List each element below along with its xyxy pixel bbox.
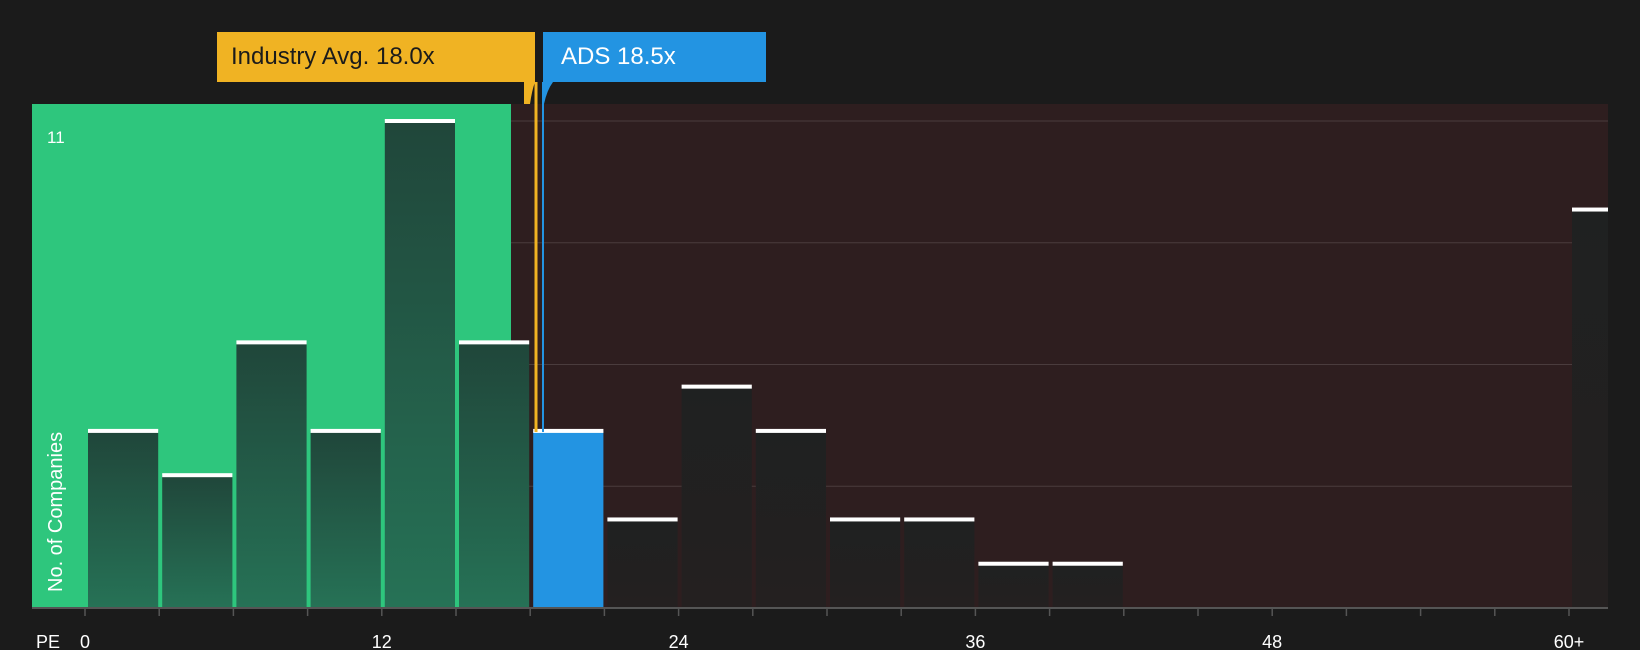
bar-top-7 bbox=[607, 517, 678, 522]
bar-top-13 bbox=[1052, 561, 1123, 566]
bar-top-2 bbox=[236, 340, 307, 345]
x-axis-label: PE bbox=[36, 632, 60, 650]
bar-top-8 bbox=[681, 384, 752, 389]
bar-2 bbox=[236, 342, 307, 608]
bar-top-14 bbox=[1572, 207, 1608, 212]
bar-top-9 bbox=[755, 428, 826, 433]
bar-top-10 bbox=[830, 517, 901, 522]
bar-top-1 bbox=[162, 473, 233, 478]
industry-avg-label: Industry Avg. 18.0x bbox=[231, 43, 435, 70]
bar-top-5 bbox=[459, 340, 530, 345]
y-axis-label: No. of Companies bbox=[45, 432, 67, 592]
bar-7 bbox=[607, 519, 678, 608]
bar-14 bbox=[1572, 209, 1608, 608]
bar-3 bbox=[310, 430, 381, 608]
x-tick-label-3: 36 bbox=[965, 632, 985, 650]
company-pe-label: ADS 18.5x bbox=[561, 43, 676, 70]
bar-9 bbox=[755, 430, 826, 608]
bar-1 bbox=[162, 475, 233, 608]
bar-12 bbox=[978, 563, 1049, 608]
bar-6 bbox=[533, 430, 604, 608]
x-tick-label-1: 12 bbox=[372, 632, 392, 650]
bar-8 bbox=[681, 386, 752, 608]
x-tick-label-4: 48 bbox=[1262, 632, 1282, 650]
x-tick-label-5: 60+ bbox=[1554, 632, 1585, 650]
bar-top-12 bbox=[978, 561, 1049, 566]
bar-0 bbox=[88, 430, 159, 608]
bar-top-0 bbox=[88, 428, 159, 433]
x-tick-label-0: 0 bbox=[80, 632, 90, 650]
bar-13 bbox=[1052, 563, 1123, 608]
bar-top-3 bbox=[310, 428, 381, 433]
bar-5 bbox=[459, 342, 530, 608]
bar-top-11 bbox=[904, 517, 975, 522]
x-tick-label-2: 24 bbox=[669, 632, 689, 650]
bar-10 bbox=[830, 519, 901, 608]
bar-top-4 bbox=[384, 119, 455, 123]
bar-4 bbox=[384, 121, 455, 608]
y-max-label: 11 bbox=[47, 128, 65, 147]
bar-11 bbox=[904, 519, 975, 608]
pe-distribution-chart: Industry Avg. 18.0x ADS 18.5x 0 12 24 36 48 60… bbox=[0, 0, 1640, 650]
